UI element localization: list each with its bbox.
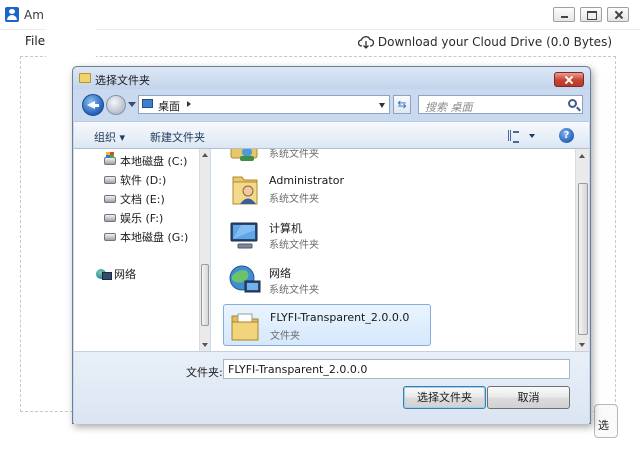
nav-item-label: 本地磁盘 (C:) — [120, 155, 188, 168]
scroll-up-icon[interactable] — [579, 154, 585, 158]
download-cloud-drive-link[interactable]: Download your Cloud Drive (0.0 Bytes) — [357, 34, 612, 50]
minimize-button[interactable] — [553, 7, 575, 22]
file-type: 系统文件夹 — [269, 149, 319, 160]
nav-item-drive-c[interactable]: 本地磁盘 (C:) — [104, 152, 188, 169]
select-folder-dialog: 选择文件夹 桌面 ⇆ 搜索 桌面 组织 ▾ 新建文件夹 ? 本地磁盘 (C:) … — [72, 66, 591, 424]
select-button[interactable]: 选 — [594, 404, 618, 438]
dialog-close-button[interactable] — [554, 72, 584, 87]
drive-icon — [104, 214, 116, 222]
folder-name-field[interactable]: FLYFI-Transparent_2.0.0.0 — [223, 359, 570, 379]
file-list-scrollbar[interactable] — [575, 149, 589, 351]
navigation-pane: 本地磁盘 (C:) 软件 (D:) 文档 (E:) 娱乐 (F:) 本地磁盘 (… — [74, 149, 210, 351]
file-type: 文件夹 — [270, 331, 300, 342]
nav-item-label: 文档 (E:) — [120, 193, 165, 206]
nav-item-label: 软件 (D:) — [120, 174, 167, 187]
recent-pages-dropdown[interactable] — [128, 102, 136, 107]
forward-button[interactable] — [106, 95, 126, 115]
nav-item-drive-d[interactable]: 软件 (D:) — [104, 172, 166, 188]
file-name: FLYFI-Transparent_2.0.0.0 — [270, 311, 410, 324]
scroll-thumb[interactable] — [578, 183, 588, 335]
cancel-button[interactable]: 取消 — [487, 386, 570, 409]
menu-file[interactable]: File — [25, 34, 45, 48]
chevron-right-icon[interactable] — [187, 101, 191, 107]
dialog-footer: 文件夹: FLYFI-Transparent_2.0.0.0 选择文件夹 取消 — [74, 351, 589, 424]
nav-item-drive-e[interactable]: 文档 (E:) — [104, 191, 165, 207]
dialog-titlebar: 选择文件夹 — [73, 67, 590, 89]
file-type: 系统文件夹 — [269, 194, 319, 205]
download-link-label: Download your Cloud Drive (0.0 Bytes) — [377, 35, 612, 49]
new-folder-button[interactable]: 新建文件夹 — [150, 129, 205, 145]
file-name: Administrator — [269, 174, 344, 187]
search-icon[interactable] — [568, 99, 577, 108]
drive-icon — [104, 176, 116, 184]
file-list: 系统文件夹 Administrator 系统文件夹 计算机 系统文件夹 网络 系… — [211, 149, 589, 351]
file-name: 计算机 — [269, 222, 302, 235]
system-drive-icon — [104, 152, 116, 165]
file-item-network[interactable]: 网络 系统文件夹 — [223, 259, 431, 301]
search-box[interactable]: 搜索 桌面 — [418, 95, 583, 114]
maximize-button[interactable] — [580, 7, 602, 22]
nav-item-drive-g[interactable]: 本地磁盘 (G:) — [104, 229, 188, 245]
view-options-icon[interactable] — [508, 130, 520, 143]
drive-icon — [104, 233, 116, 241]
file-item-administrator[interactable]: Administrator 系统文件夹 — [223, 168, 431, 210]
drive-icon — [104, 195, 116, 203]
network-icon — [229, 265, 261, 293]
file-type: 系统文件夹 — [269, 285, 319, 296]
refresh-button[interactable]: ⇆ — [393, 95, 411, 114]
close-button[interactable] — [607, 7, 629, 22]
folder-field-label: 文件夹: — [186, 366, 223, 379]
help-icon[interactable]: ? — [559, 128, 574, 143]
file-item-computer[interactable]: 计算机 系统文件夹 — [223, 214, 431, 256]
app-titlebar: Am d Drive — [0, 0, 640, 30]
nav-item-label: 网络 — [114, 268, 136, 281]
organize-button[interactable]: 组织 ▾ — [94, 129, 125, 145]
nav-item-drive-f[interactable]: 娱乐 (F:) — [104, 210, 163, 226]
scroll-down-icon[interactable] — [202, 343, 208, 347]
scroll-down-icon[interactable] — [579, 343, 585, 347]
user-folder-icon — [230, 149, 258, 161]
network-icon — [96, 268, 112, 280]
desktop-icon — [142, 99, 153, 108]
file-item-flyfi-transparent[interactable]: FLYFI-Transparent_2.0.0.0 文件夹 — [223, 304, 431, 346]
file-name: 网络 — [269, 267, 291, 280]
chevron-down-icon[interactable] — [529, 134, 535, 138]
file-item-user-folder[interactable]: 系统文件夹 — [223, 149, 431, 165]
cloud-download-icon — [357, 36, 374, 49]
select-folder-button[interactable]: 选择文件夹 — [403, 386, 486, 409]
scroll-up-icon[interactable] — [202, 153, 208, 157]
dialog-title: 选择文件夹 — [95, 74, 150, 87]
folder-icon — [231, 313, 259, 341]
app-logo-icon — [5, 7, 19, 22]
computer-icon — [230, 222, 258, 249]
address-bar[interactable]: 桌面 — [138, 95, 390, 114]
file-type: 系统文件夹 — [269, 240, 319, 251]
user-folder-icon — [232, 176, 258, 205]
search-input[interactable]: 搜索 桌面 — [425, 99, 473, 115]
nav-item-label: 娱乐 (F:) — [120, 212, 164, 225]
chevron-down-icon[interactable] — [379, 103, 385, 108]
nav-scrollbar[interactable] — [199, 149, 210, 351]
folder-icon — [79, 73, 91, 83]
nav-item-label: 本地磁盘 (G:) — [120, 231, 189, 244]
back-button[interactable] — [82, 94, 104, 116]
command-bar: 组织 ▾ 新建文件夹 ? — [74, 121, 589, 149]
nav-item-network[interactable]: 网络 — [96, 266, 136, 282]
address-location[interactable]: 桌面 — [158, 98, 180, 114]
scroll-thumb[interactable] — [201, 264, 209, 326]
